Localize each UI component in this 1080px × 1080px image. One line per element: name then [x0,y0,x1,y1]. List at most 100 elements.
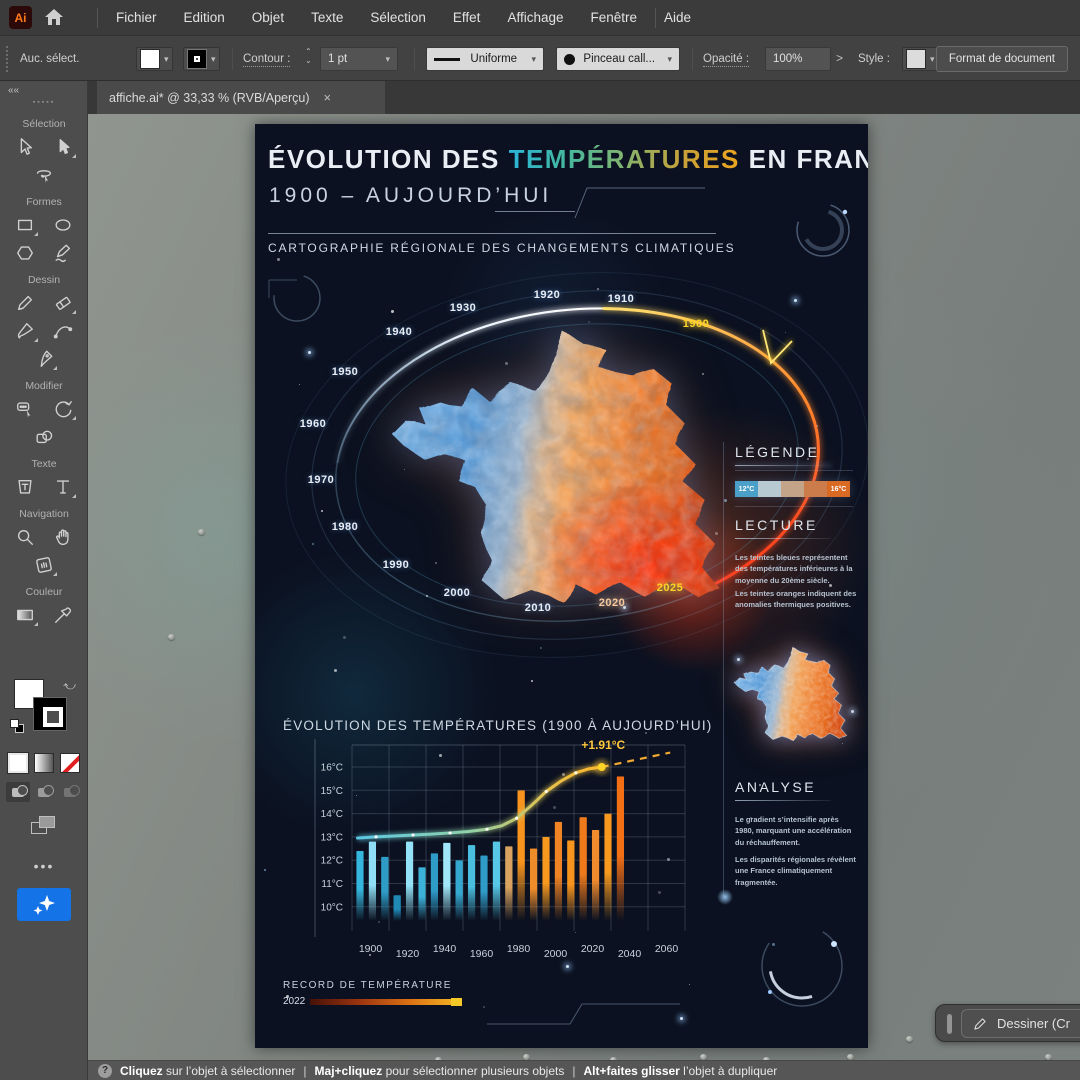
lasso-tool[interactable] [29,161,59,189]
analyse-paragraph-2: Les disparités régionales révèlent une F… [735,854,857,888]
ring-ornament-bottom-right [750,914,860,1019]
color-button[interactable] [8,753,28,773]
illustrator-logo-icon[interactable]: Ai [9,6,32,29]
stroke-weight-label[interactable]: Contour : [243,53,290,67]
fill-stroke-control[interactable]: ⤸ [0,679,88,743]
curvature-tool[interactable] [48,317,78,345]
panel-grip[interactable]: ▪▪▪▪▪ [0,99,88,106]
rotate-tool[interactable] [48,395,78,423]
default-fill-stroke-icon[interactable] [10,719,24,733]
svg-text:16°C: 16°C [321,763,343,774]
temperature-chart: +1.91°C16°C15°C14°C13°C12°C11°C10°C19001… [275,709,725,969]
contextual-task-bar[interactable]: Dessiner (Cr [935,1004,1080,1042]
stroke-color-swatch[interactable] [187,49,207,69]
stroke-stepper[interactable]: ⌃⌄ [305,48,312,66]
pen-tool[interactable] [29,345,59,373]
draw-button[interactable]: Dessiner (Cr [961,1009,1080,1038]
record-heading: RECORD DE TEMPÉRATURE [283,980,452,991]
gradient-tool[interactable] [10,601,40,629]
zoom-tool[interactable] [10,523,40,551]
svg-text:2000: 2000 [544,948,568,960]
opacity-field[interactable]: 100% [765,47,831,71]
timeline-year-1960: 1960 [300,418,326,430]
menu-effet[interactable]: Effet [453,10,481,25]
none-button[interactable] [60,753,80,773]
status-bar: ? Cliquez sur l’objet à sélectionner|Maj… [88,1060,1080,1080]
pencil-tool[interactable] [10,289,40,317]
lecture-paragraph-1: Les teintes bleues représentent des temp… [735,552,857,586]
menu-edition[interactable]: Edition [184,10,225,25]
brush-dropdown[interactable]: Pinceau call...▾ [556,47,680,71]
document-setup-button[interactable]: Format de document [936,46,1068,72]
svg-text:2040: 2040 [618,948,642,960]
taskbar-grip[interactable] [947,1014,952,1034]
screen-mode-button[interactable] [31,816,57,836]
toolbar-section-sélection: Sélection [0,118,88,130]
stroke-swatch[interactable] [33,697,67,731]
home-icon[interactable] [44,7,64,32]
eyedropper-tool[interactable] [48,601,78,629]
timeline-year-2000: 2000 [444,587,470,599]
analyse-paragraph-1: Le gradient s’intensifie après 1980, mar… [735,814,857,848]
timeline-year-1900: 1900 [683,318,709,330]
timeline-year-1990: 1990 [383,559,409,571]
timeline-year-1930: 1930 [450,302,476,314]
lecture-paragraph-2: Les teintes oranges indiquent des anomal… [735,588,857,611]
fill-color-dropdown[interactable]: ▾ [136,47,173,71]
style-dropdown[interactable]: ▾ [902,47,939,71]
rectangle-tool[interactable] [10,211,40,239]
fill-color-swatch[interactable] [140,49,160,69]
opacity-label[interactable]: Opacité : [703,53,749,67]
svg-text:10°C: 10°C [321,902,343,913]
direct-selection-tool[interactable] [48,133,78,161]
gradient-button[interactable] [34,753,54,773]
menu-fenêtre[interactable]: Fenêtre [590,10,637,25]
collapse-panel-icon[interactable]: «« [8,85,19,96]
document-tab[interactable]: affiche.ai* @ 33,33 % (RVB/Aperçu) × [97,81,385,114]
menu-fichier[interactable]: Fichier [116,10,157,25]
svg-text:1900: 1900 [359,943,383,955]
menu-sélection[interactable]: Sélection [370,10,426,25]
shape-builder-tool[interactable] [29,423,59,451]
stroke-color-dropdown[interactable]: ▾ [183,47,220,71]
tools-panel: «« ▪▪▪▪▪ SélectionFormesDessinModifierTe… [0,81,88,1080]
toolbar-section-modifier: Modifier [0,380,88,392]
menu-objet[interactable]: Objet [252,10,284,25]
draw-normal-mode-button[interactable] [6,782,30,802]
polygon-tool[interactable] [10,239,40,267]
shaper-tool[interactable] [48,239,78,267]
selection-tool[interactable] [10,133,40,161]
menu-affichage[interactable]: Affichage [507,10,563,25]
close-icon[interactable]: × [324,90,332,105]
rotate-view-tool[interactable] [29,551,59,579]
eraser-tool[interactable] [48,289,78,317]
canvas-pasteboard[interactable]: ÉVOLUTION DES TEMPÉRATURES EN FRANCE 190… [88,114,1080,1060]
svg-text:1920: 1920 [396,948,420,960]
svg-text:+1.91°C: +1.91°C [581,738,625,752]
menu-aide[interactable]: Aide [664,10,691,25]
generative-ai-button[interactable] [17,888,71,921]
stroke-weight-field[interactable]: 1 pt▾ [320,47,398,71]
free-transform-tool[interactable] [10,395,40,423]
help-icon[interactable]: ? [98,1064,112,1078]
svg-text:13°C: 13°C [321,832,343,843]
stroke-style-dropdown[interactable]: Uniforme▾ [426,47,544,71]
chevron-down-icon: ▾ [164,54,169,65]
opacity-expander[interactable]: > [836,51,843,65]
artboard-poster[interactable]: ÉVOLUTION DES TEMPÉRATURES EN FRANCE 190… [255,124,868,1048]
draw-inside-mode-button[interactable] [58,782,82,802]
svg-text:12°C: 12°C [321,856,343,867]
menu-texte[interactable]: Texte [311,10,343,25]
options-grip[interactable] [6,46,8,72]
more-tools-button[interactable]: ••• [0,858,88,874]
paintbrush-tool[interactable] [10,317,40,345]
legend-heading: LÉGENDE [735,444,819,460]
swap-fill-stroke-icon[interactable]: ⤸ [62,683,77,690]
ellipse-tool[interactable] [48,211,78,239]
timeline-year-2025: 2025 [657,582,683,594]
hand-tool[interactable] [48,523,78,551]
touch-type-tool[interactable] [10,473,40,501]
svg-text:1980: 1980 [507,943,531,955]
type-tool[interactable] [48,473,78,501]
draw-behind-mode-button[interactable] [32,782,56,802]
